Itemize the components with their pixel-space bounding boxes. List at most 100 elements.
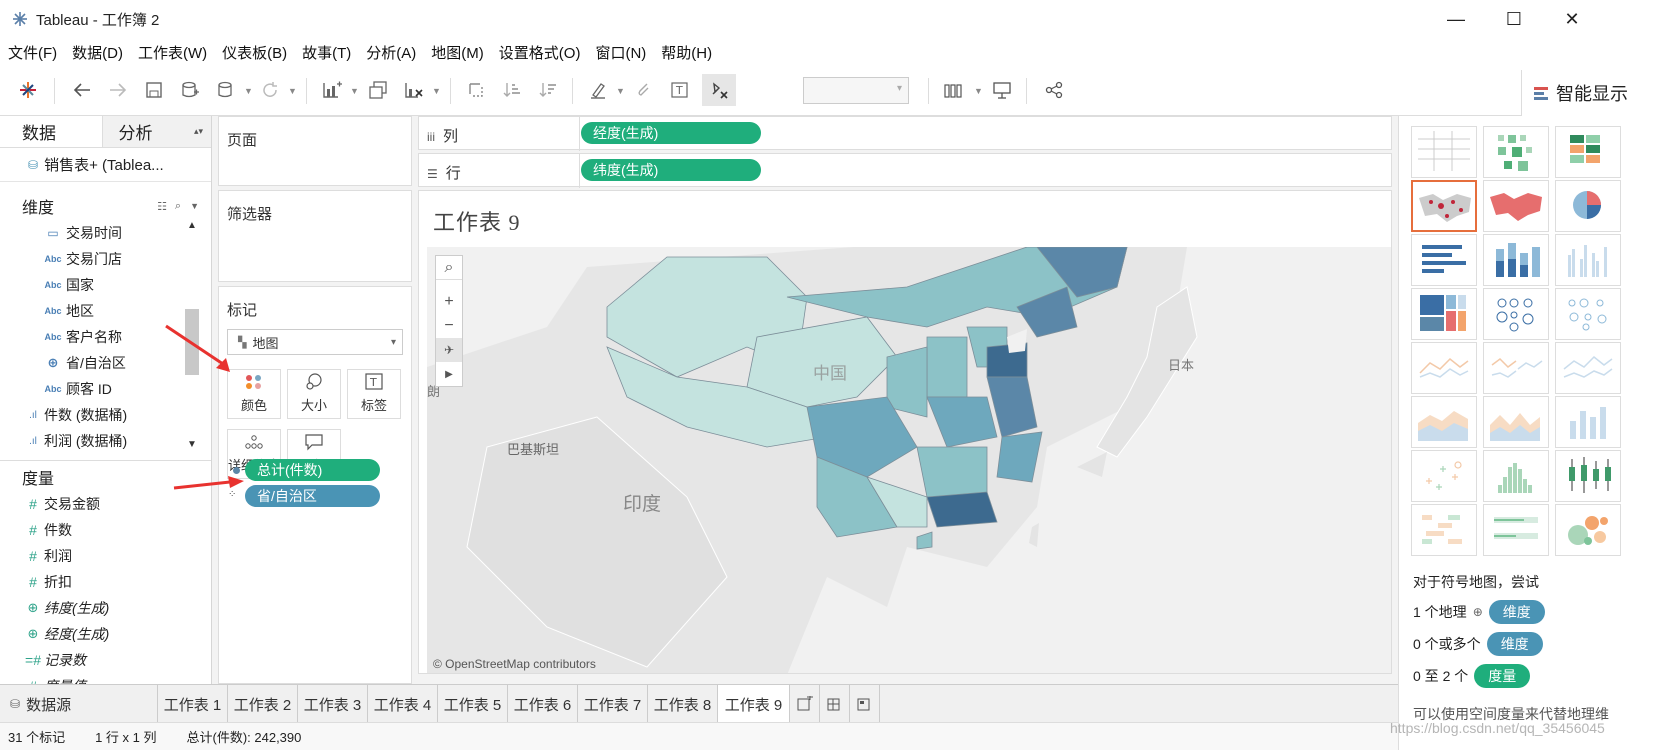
fix-axes-icon[interactable] [702, 74, 736, 106]
tableau-start-icon[interactable] [14, 76, 42, 104]
forward-arrow-icon[interactable] [104, 76, 132, 104]
pill-longitude[interactable]: 经度(生成) [581, 122, 761, 144]
field-country[interactable]: Abc 国家 [0, 272, 211, 298]
datasource-item[interactable]: ⛁ 销售表+ (Tablea... [0, 148, 211, 182]
chart-filled-map[interactable] [1483, 180, 1549, 232]
chart-pie[interactable] [1555, 180, 1621, 232]
field-trade-amount[interactable]: # 交易金额 [0, 491, 211, 517]
chart-stacked-bars[interactable] [1483, 234, 1549, 286]
chart-packed-bubbles[interactable] [1555, 504, 1621, 556]
chart-side-by-side-bars[interactable] [1555, 234, 1621, 286]
menu-file[interactable]: 文件(F) [8, 42, 57, 63]
show-cards-icon[interactable] [940, 76, 968, 104]
field-longitude[interactable]: ⊕ 经度(生成) [0, 621, 211, 647]
new-dashboard-tab-icon[interactable] [820, 685, 850, 723]
back-arrow-icon[interactable] [68, 76, 96, 104]
chart-area-discrete[interactable] [1483, 396, 1549, 448]
field-record-count[interactable]: =# 记录数 [0, 647, 211, 673]
field-quantity-bin[interactable]: .ıl 件数 (数据桶) [0, 402, 211, 428]
tab-sheet-6[interactable]: 工作表 6 [508, 685, 578, 723]
chart-area-continuous[interactable] [1411, 396, 1477, 448]
field-discount[interactable]: # 折扣 [0, 569, 211, 595]
field-trade-time[interactable]: ▭ 交易时间 [0, 220, 211, 246]
label-button[interactable]: T 标签 [347, 369, 401, 419]
chart-scatter[interactable] [1411, 450, 1477, 502]
sort-ascending-icon[interactable] [498, 76, 526, 104]
group-members-icon[interactable] [630, 76, 658, 104]
field-profit-bin[interactable]: .ıl 利润 (数据桶) [0, 428, 211, 454]
rows-shelf[interactable]: ☰ 行 纬度(生成) [418, 153, 1392, 188]
tab-sheet-2[interactable]: 工作表 2 [228, 685, 298, 723]
columns-shelf[interactable]: iii 列 经度(生成) [418, 116, 1392, 151]
chart-gantt[interactable] [1411, 504, 1477, 556]
presentation-mode-icon[interactable] [988, 76, 1016, 104]
pan-pin-icon[interactable]: ✈ [436, 338, 462, 362]
pill-total-quantity[interactable]: 总计(件数) [245, 459, 380, 481]
section-menu-icon[interactable]: ▼ [190, 201, 199, 211]
worksheet-title[interactable]: 工作表 9 [433, 205, 521, 237]
view-toggle-icon[interactable]: ☷ [157, 200, 167, 213]
hunan-jiangxi-region[interactable] [916, 446, 988, 498]
map-search-icon[interactable]: ⌕ [436, 256, 462, 280]
maximize-button[interactable]: ☐ [1485, 0, 1543, 38]
menu-analysis[interactable]: 分析(A) [366, 42, 416, 63]
minimize-button[interactable]: — [1427, 0, 1485, 38]
tab-sheet-7[interactable]: 工作表 7 [578, 685, 648, 723]
field-latitude[interactable]: ⊕ 纬度(生成) [0, 595, 211, 621]
scroll-up-icon[interactable]: ▲ [185, 220, 199, 231]
chart-discrete-lines[interactable] [1483, 342, 1549, 394]
highlight-icon[interactable] [584, 76, 612, 104]
tab-sheet-5[interactable]: 工作表 5 [438, 685, 508, 723]
share-icon[interactable] [1040, 76, 1068, 104]
menu-map[interactable]: 地图(M) [431, 42, 484, 63]
sort-descending-icon[interactable] [534, 76, 562, 104]
tab-sheet-4[interactable]: 工作表 4 [368, 685, 438, 723]
scroll-down-icon[interactable]: ▼ [185, 439, 199, 450]
tab-analysis[interactable]: 分析 ▴▾ [101, 116, 211, 147]
chart-horizontal-bars[interactable] [1411, 234, 1477, 286]
chart-histogram[interactable] [1483, 450, 1549, 502]
pill-province[interactable]: 省/自治区 [245, 485, 380, 507]
show-mark-labels-icon[interactable]: T [666, 76, 694, 104]
zoom-out-button[interactable]: − [436, 314, 462, 338]
menu-data[interactable]: 数据(D) [72, 42, 123, 63]
chart-symbol-map[interactable] [1411, 180, 1477, 232]
save-icon[interactable] [140, 76, 168, 104]
mark-type-select[interactable]: ▚ 地图 [227, 329, 403, 355]
menu-worksheet[interactable]: 工作表(W) [138, 42, 207, 63]
tab-sheet-3[interactable]: 工作表 3 [298, 685, 368, 723]
show-me-button[interactable]: 智能显示 [1521, 70, 1653, 116]
close-button[interactable]: ✕ [1543, 0, 1601, 38]
shanxi-region[interactable] [926, 336, 968, 398]
filled-map[interactable]: 中国 日本 巴基斯坦 印度 朗 ⌕ + − ✈ ▶ © OpenStreetMa… [427, 247, 1391, 673]
pages-card[interactable]: 页面 [218, 116, 412, 186]
duplicate-sheet-icon[interactable] [364, 76, 392, 104]
search-icon[interactable]: ⌕ [175, 200, 181, 213]
fit-view-select[interactable] [803, 77, 909, 104]
zoom-in-button[interactable]: + [436, 290, 462, 314]
field-trade-store[interactable]: Abc 交易门店 [0, 246, 211, 272]
chart-dual-combination[interactable] [1555, 396, 1621, 448]
chart-dual-lines[interactable] [1555, 342, 1621, 394]
chart-bullet[interactable] [1483, 504, 1549, 556]
clear-sheet-icon[interactable] [400, 76, 428, 104]
tab-sheet-1[interactable]: 工作表 1 [158, 685, 228, 723]
guangdong-region[interactable] [926, 491, 998, 528]
chart-circle-views[interactable] [1483, 288, 1549, 340]
swap-rows-columns-icon[interactable] [462, 76, 490, 104]
refresh-icon[interactable] [256, 76, 284, 104]
field-quantity[interactable]: # 件数 [0, 517, 211, 543]
expand-toolbar-icon[interactable]: ▶ [436, 362, 462, 386]
size-button[interactable]: 大小 [287, 369, 341, 419]
chart-side-by-side-circles[interactable] [1555, 288, 1621, 340]
menu-dashboard[interactable]: 仪表板(B) [222, 42, 287, 63]
new-worksheet-icon[interactable] [318, 76, 346, 104]
filters-card[interactable]: 筛选器 [218, 190, 412, 282]
chart-box-plot[interactable] [1555, 450, 1621, 502]
new-story-tab-icon[interactable] [850, 685, 880, 723]
field-profit[interactable]: # 利润 [0, 543, 211, 569]
tab-data-source[interactable]: ⛁ 数据源 [0, 685, 158, 723]
pill-latitude[interactable]: 纬度(生成) [581, 159, 761, 181]
new-worksheet-tab-icon[interactable] [790, 685, 820, 723]
menu-help[interactable]: 帮助(H) [661, 42, 712, 63]
